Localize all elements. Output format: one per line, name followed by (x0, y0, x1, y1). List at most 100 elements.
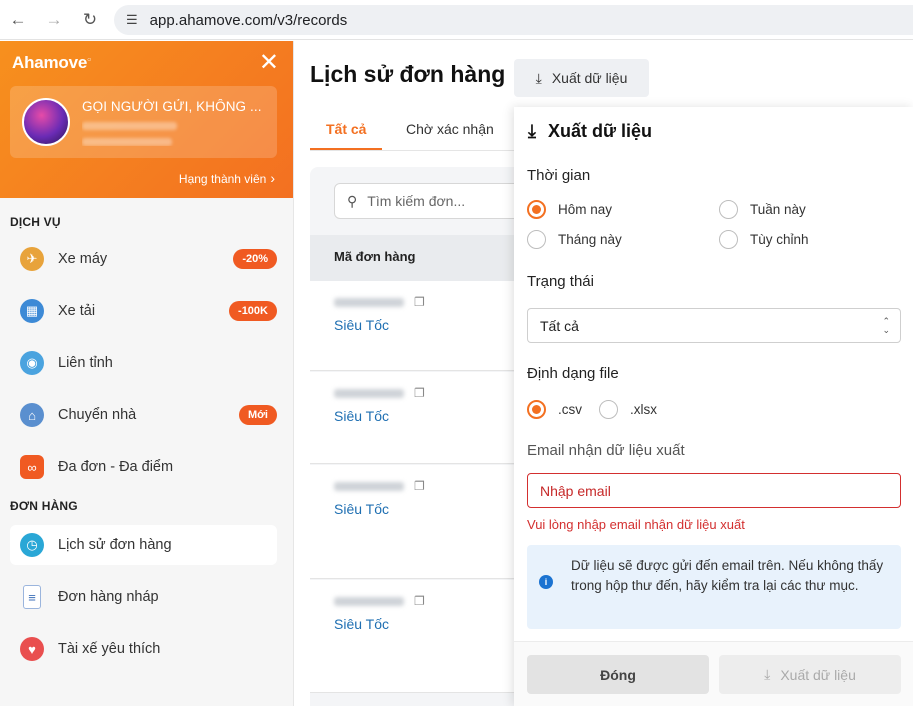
sidebar-item-label: Tài xế yêu thích (58, 641, 161, 657)
heart-icon: ♥ (20, 637, 44, 661)
sidebar-item-chuyen-nha[interactable]: ⌂ Chuyển nhà Mới (10, 395, 277, 435)
sidebar-item-label: Liên tỉnh (58, 355, 113, 371)
sidebar-item-lich-su[interactable]: ◷ Lịch sử đơn hàng (10, 525, 277, 565)
email-error-message: Vui lòng nhập email nhận dữ liệu xuất (527, 517, 745, 532)
status-select[interactable]: Tất cả ⌃ ⌄ (527, 308, 901, 343)
user-phone-redacted (82, 121, 177, 130)
truck-icon: ▦ (20, 299, 44, 323)
download-icon: ⤓ (535, 69, 542, 86)
reload-icon[interactable]: ↻ (72, 2, 108, 38)
file-format-label: Định dạng file (527, 365, 619, 382)
panel-title: ⤓ Xuất dữ liệu (528, 121, 652, 142)
search-input[interactable]: ⚲ Tìm kiếm đơn... (334, 183, 534, 219)
avatar (22, 98, 70, 146)
panel-footer: Đóng ⤓ Xuất dữ liệu (514, 641, 913, 706)
radio-csv[interactable]: .csv (527, 400, 582, 419)
radio-circle (599, 400, 618, 419)
copy-icon[interactable]: ❐ (414, 479, 425, 493)
draft-icon: ≡ (23, 585, 41, 609)
export-data-button[interactable]: ⤓ Xuất dữ liệu (514, 59, 649, 97)
page-title: Lịch sử đơn hàng (310, 61, 506, 87)
radio-circle-checked (527, 400, 546, 419)
sidebar-item-tai-xe[interactable]: ♥ Tài xế yêu thích (10, 629, 277, 669)
site-settings-icon[interactable]: ☰ (126, 12, 138, 28)
download-icon: ⤓ (528, 121, 536, 141)
radio-this-week[interactable]: Tuần này (719, 200, 806, 219)
member-tier-link[interactable]: Hạng thành viên › (179, 170, 275, 186)
multi-order-icon: ∞ (20, 455, 44, 479)
orders-section-title: ĐƠN HÀNG (10, 499, 78, 513)
radio-label: Tuần này (750, 202, 806, 217)
sidebar-item-label: Lịch sử đơn hàng (58, 537, 172, 553)
sidebar-item-label: Chuyển nhà (58, 407, 137, 423)
user-card[interactable]: GỌI NGƯỜI GỬI, KHÔNG ... (10, 86, 277, 158)
radio-circle (719, 200, 738, 219)
discount-badge: -20% (233, 249, 277, 269)
motorbike-icon: ✈ (20, 247, 44, 271)
close-button[interactable]: Đóng (527, 655, 709, 694)
radio-circle-checked (527, 200, 546, 219)
radio-today[interactable]: Hôm nay (527, 200, 612, 219)
new-badge: Mới (238, 405, 277, 425)
active-tab-indicator (310, 148, 382, 150)
sidebar-header: Ahamove○ ✕ GỌI NGƯỜI GỬI, KHÔNG ... Hạng… (0, 41, 293, 198)
panel-title-text: Xuất dữ liệu (547, 121, 653, 141)
close-sidebar-icon[interactable]: ✕ (259, 51, 279, 75)
sidebar-item-label: Đa đơn - Đa điểm (58, 459, 174, 475)
sidebar-item-label: Xe tải (58, 303, 96, 319)
submit-export-label: Xuất dữ liệu (780, 666, 856, 683)
member-tier-label: Hạng thành viên (178, 172, 267, 186)
radio-label: Hôm nay (558, 202, 613, 217)
copy-icon[interactable]: ❐ (414, 594, 425, 608)
radio-this-month[interactable]: Tháng này (527, 230, 622, 249)
radio-circle (719, 230, 738, 249)
time-label: Thời gian (527, 167, 591, 184)
user-info: GỌI NGƯỜI GỬI, KHÔNG ... (82, 99, 262, 146)
info-icon: i (539, 575, 553, 589)
info-notice: i Dữ liệu sẽ được gửi đến email trên. Nế… (527, 545, 901, 629)
radio-xlsx[interactable]: .xlsx (599, 400, 657, 419)
export-data-panel: ⤓ Xuất dữ liệu Thời gian Hôm nay Tuần nà… (514, 107, 913, 706)
url-text: app.ahamove.com/v3/records (149, 11, 348, 29)
browser-toolbar: ← → ↻ ☰ app.ahamove.com/v3/records (0, 0, 913, 40)
services-section-title: DỊCH VỤ (10, 215, 61, 229)
copy-icon[interactable]: ❐ (414, 386, 425, 400)
submit-export-button[interactable]: ⤓ Xuất dữ liệu (719, 655, 901, 694)
radio-custom[interactable]: Tùy chỉnh (719, 230, 809, 249)
chevron-right-icon: › (270, 170, 275, 186)
radio-label: Tháng này (558, 232, 622, 247)
house-move-icon: ⌂ (20, 403, 44, 427)
copy-icon[interactable]: ❐ (414, 295, 425, 309)
tab-pending[interactable]: Chờ xác nhận (406, 121, 494, 137)
brand-logo: Ahamove○ (12, 53, 92, 72)
sidebar-item-xe-tai[interactable]: ▦ Xe tải -100K (10, 291, 277, 331)
email-field[interactable] (527, 473, 901, 508)
search-placeholder: Tìm kiếm đơn... (367, 193, 466, 209)
tab-all[interactable]: Tất cả (326, 121, 366, 137)
sidebar-item-label: Đơn hàng nháp (58, 589, 159, 605)
sidebar-item-da-don[interactable]: ∞ Đa đơn - Đa điểm (10, 447, 277, 487)
status-selected-value: Tất cả (540, 317, 579, 334)
status-tabs: Tất cả Chờ xác nhận (310, 109, 530, 151)
user-name: GỌI NGƯỜI GỬI, KHÔNG ... (82, 98, 262, 114)
radio-label: Tùy chỉnh (750, 232, 809, 247)
status-label: Trạng thái (527, 273, 594, 290)
forward-icon[interactable]: → (36, 2, 72, 38)
clock-icon: ◷ (20, 533, 44, 557)
radio-label: .csv (558, 402, 583, 417)
sidebar-item-label: Xe máy (58, 251, 108, 267)
back-icon[interactable]: ← (0, 2, 36, 38)
radio-circle (527, 230, 546, 249)
sidebar-item-xe-may[interactable]: ✈ Xe máy -20% (10, 239, 277, 279)
order-id-redacted (334, 388, 404, 398)
user-id-redacted (82, 137, 172, 146)
email-label: Email nhận dữ liệu xuất (527, 442, 685, 459)
address-bar[interactable]: ☰ app.ahamove.com/v3/records (114, 5, 913, 35)
info-text: Dữ liệu sẽ được gửi đến email trên. Nếu … (571, 558, 884, 593)
download-icon: ⤓ (764, 666, 771, 682)
intercity-icon: ◉ (20, 351, 44, 375)
sidebar-item-lien-tinh[interactable]: ◉ Liên tỉnh (10, 343, 277, 383)
sidebar: Ahamove○ ✕ GỌI NGƯỜI GỬI, KHÔNG ... Hạng… (0, 41, 294, 706)
sidebar-item-don-nhap[interactable]: ≡ Đơn hàng nháp (10, 577, 277, 617)
discount-badge: -100K (229, 301, 277, 321)
